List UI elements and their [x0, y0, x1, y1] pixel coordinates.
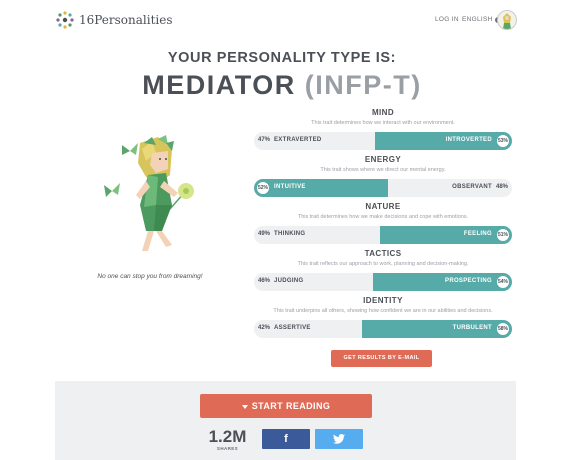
trait-left-percent: 42%: [258, 325, 271, 331]
trait-right-percent-badge: 58%: [495, 321, 511, 337]
trait-mind: MIND This trait determines how we interac…: [254, 108, 512, 155]
trait-identity: IDENTITY This trait underpins all others,…: [254, 296, 512, 343]
trait-right-percent-badge: 54%: [495, 274, 511, 290]
site-header: 16Personalities LOG IN ENGLISH: [0, 0, 564, 40]
trait-description: This trait determines how we interact wi…: [311, 120, 455, 126]
type-code: (INFP-T): [304, 70, 422, 100]
start-reading-label: START READING: [251, 401, 331, 411]
logo-text: 16Personalities: [79, 13, 173, 27]
trait-left-label: EXTRAVERTED: [274, 137, 322, 143]
trait-bar[interactable]: 46% JUDGING PROSPECTING 54%: [254, 273, 512, 291]
avatar-illustration: [503, 13, 511, 29]
trait-description: This trait shows where we direct our men…: [320, 167, 446, 173]
trait-description: This trait determines how we make decisi…: [297, 214, 469, 220]
trait-energy: ENERGY This trait shows where we direct o…: [254, 155, 512, 202]
trait-name: IDENTITY: [363, 296, 403, 305]
trait-left-percent-badge: 52%: [255, 180, 271, 196]
language-selector[interactable]: ENGLISH: [462, 16, 501, 23]
trait-left-label: JUDGING: [274, 278, 304, 284]
trait-right-label: TURBULENT: [452, 325, 492, 331]
twitter-share-button[interactable]: [315, 429, 363, 449]
personality-type-title: MEDIATOR (INFP-T): [0, 70, 564, 101]
trait-left-label: THINKING: [274, 231, 306, 237]
trait-description: This trait reflects our approach to work…: [297, 261, 469, 267]
get-results-email-button[interactable]: GET RESULTS BY E-MAIL: [331, 350, 432, 367]
type-quote: No one can stop you from dreaming!: [97, 273, 203, 280]
trait-name: NATURE: [365, 202, 401, 211]
trait-bar[interactable]: 49% THINKING FEELING 51%: [254, 226, 512, 244]
trait-right-label: PROSPECTING: [445, 278, 492, 284]
trait-name: MIND: [371, 108, 395, 117]
trait-bar-fill: [380, 226, 512, 244]
trait-nature: NATURE This trait determines how we make …: [254, 202, 512, 249]
trait-left-label: INTUITIVE: [274, 184, 306, 190]
logo-icon: [56, 11, 74, 29]
trait-tactics: TACTICS This trait reflects our approach …: [254, 249, 512, 296]
type-name: MEDIATOR: [142, 70, 296, 100]
trait-bar[interactable]: 52% INTUITIVE OBSERVANT 48%: [254, 179, 512, 197]
trait-bar[interactable]: 47% EXTRAVERTED INTROVERTED 53%: [254, 132, 512, 150]
trait-description: This trait underpins all others, showing…: [273, 308, 493, 314]
trait-right-label: FEELING: [463, 231, 492, 237]
language-label: ENGLISH: [462, 16, 493, 23]
trait-right-percent-badge: 53%: [495, 133, 511, 149]
trait-right-label: OBSERVANT: [452, 184, 492, 190]
trait-left-percent: 46%: [258, 278, 271, 284]
facebook-icon: f: [284, 433, 288, 445]
footer-panel: START READING 1.2M SHARES f: [55, 381, 516, 460]
login-link[interactable]: LOG IN: [435, 16, 459, 23]
start-reading-button[interactable]: START READING: [200, 394, 372, 418]
caret-down-icon: [241, 404, 248, 409]
trait-name: TACTICS: [364, 249, 402, 258]
trait-name: ENERGY: [364, 155, 402, 164]
trait-left-percent: 47%: [258, 137, 271, 143]
trait-left-percent: 49%: [258, 231, 271, 237]
mediator-illustration: [100, 135, 210, 255]
result-label: YOUR PERSONALITY TYPE IS:: [167, 50, 397, 66]
avatar[interactable]: [497, 10, 517, 30]
logo[interactable]: 16Personalities: [55, 10, 173, 30]
trait-right-percent: 48%: [495, 184, 508, 190]
trait-left-label: ASSERTIVE: [274, 325, 311, 331]
share-label: SHARES: [216, 446, 239, 451]
trait-right-label: INTROVERTED: [445, 137, 492, 143]
trait-bar[interactable]: 42% ASSERTIVE TURBULENT 58%: [254, 320, 512, 338]
share-count: 1.2M: [208, 427, 247, 446]
facebook-share-button[interactable]: f: [262, 429, 310, 449]
twitter-icon: [333, 434, 345, 444]
trait-right-percent-badge: 51%: [495, 227, 511, 243]
